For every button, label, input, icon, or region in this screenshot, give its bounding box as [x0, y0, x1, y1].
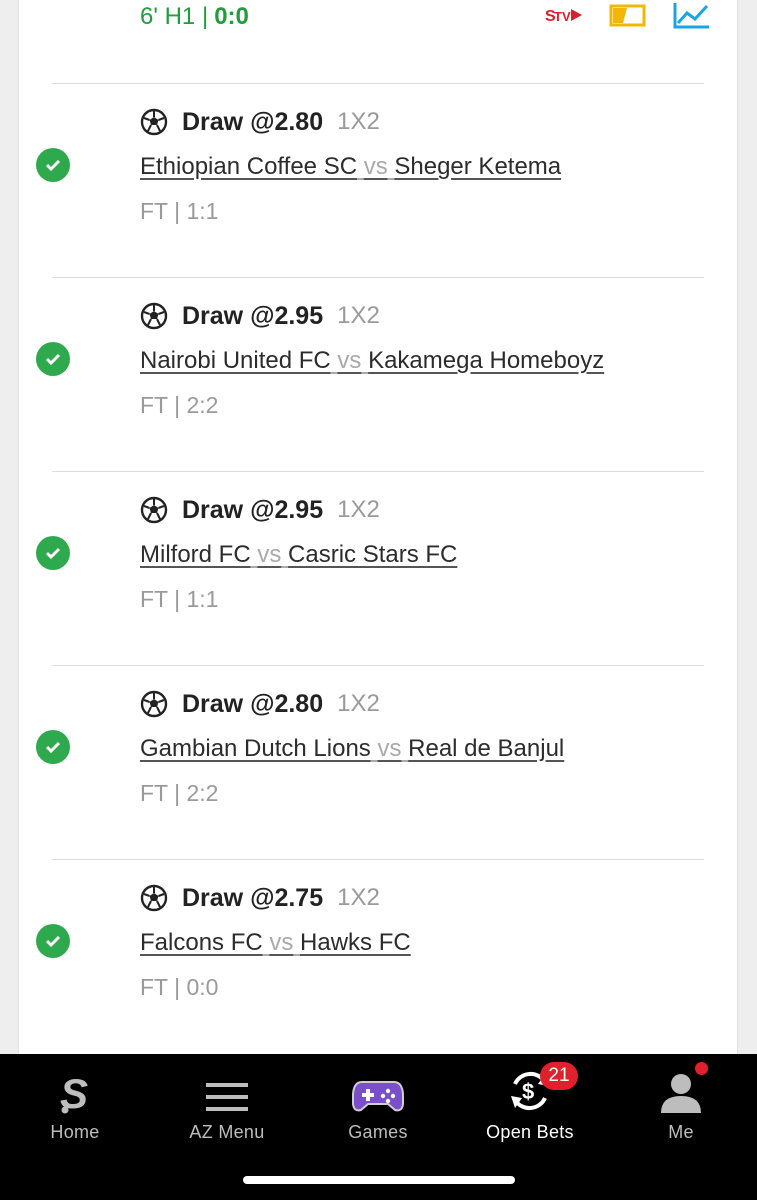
- selection-line: Draw @2.80 1X2: [140, 106, 380, 138]
- selection-line: Draw @2.80 1X2: [140, 688, 380, 720]
- market-label: 1X2: [337, 302, 380, 329]
- selection-line: Draw @2.75 1X2: [140, 882, 380, 914]
- menu-icon: [206, 1083, 248, 1111]
- bet-item[interactable]: Draw @2.80 1X2 Ethiopian Coffee SC vs Sh…: [0, 84, 757, 278]
- check-circle-icon: [36, 536, 70, 570]
- pick-label: Draw @2.95: [182, 301, 324, 330]
- match-result: FT | 1:1: [140, 197, 219, 224]
- bet-item[interactable]: Draw @2.95 1X2 Milford FC vs Casric Star…: [0, 472, 757, 666]
- soccer-ball-icon: [140, 302, 168, 330]
- open-bets-count-badge: 21: [540, 1062, 578, 1090]
- pick-label: Draw @2.75: [182, 883, 324, 912]
- notification-dot: [695, 1062, 708, 1075]
- live-score: 0:0: [214, 3, 249, 30]
- pick-label: Draw @2.80: [182, 107, 324, 136]
- match-result: FT | 1:1: [140, 585, 219, 612]
- soccer-ball-icon: [140, 884, 168, 912]
- match-tracker-icon[interactable]: [609, 1, 647, 34]
- match-link[interactable]: Milford FC vs Casric Stars FC: [140, 539, 457, 571]
- match-link[interactable]: Gambian Dutch Lions vs Real de Banjul: [140, 733, 564, 765]
- market-label: 1X2: [337, 884, 380, 911]
- vs-label: vs: [269, 929, 294, 956]
- match-link[interactable]: Nairobi United FC vs Kakamega Homeboyz: [140, 345, 604, 377]
- vs-label: vs: [377, 735, 402, 762]
- nav-open-bets-label: Open Bets: [486, 1122, 574, 1142]
- match-result: FT | 2:2: [140, 391, 219, 418]
- nav-me-label: Me: [668, 1122, 694, 1142]
- soccer-ball-icon: [140, 690, 168, 718]
- nav-az-menu[interactable]: AZ Menu: [157, 1054, 297, 1154]
- nav-home-label: Home: [50, 1122, 100, 1142]
- nav-az-menu-label: AZ Menu: [189, 1122, 265, 1142]
- away-team: Real de Banjul: [408, 735, 565, 762]
- nav-games[interactable]: Games: [308, 1054, 448, 1154]
- match-result: FT | 2:2: [140, 779, 219, 806]
- soccer-ball-icon: [140, 496, 168, 524]
- vs-label: vs: [257, 541, 282, 568]
- vs-label: vs: [337, 347, 362, 374]
- stv-icon[interactable]: S TV: [545, 1, 583, 34]
- gamepad-icon: [352, 1081, 404, 1112]
- match-link[interactable]: Ethiopian Coffee SC vs Sheger Ketema: [140, 151, 561, 183]
- market-label: 1X2: [337, 496, 380, 523]
- bet-item[interactable]: Draw @2.95 1X2 Nairobi United FC vs Kaka…: [0, 278, 757, 472]
- bet-item[interactable]: Draw @2.75 1X2 Falcons FC vs Hawks FC FT…: [0, 860, 757, 1054]
- match-link[interactable]: Falcons FC vs Hawks FC: [140, 927, 411, 959]
- pick-label: Draw @2.95: [182, 495, 324, 524]
- match-result: FT | 0:0: [140, 973, 219, 1000]
- svg-text:TV: TV: [554, 9, 571, 24]
- soccer-ball-icon: [140, 108, 168, 136]
- svg-text:$: $: [522, 1079, 534, 1104]
- pick-label: Draw @2.80: [182, 689, 324, 718]
- live-minute: 6' H1 |: [140, 3, 209, 30]
- nav-open-bets[interactable]: $ Open Bets 21: [460, 1054, 600, 1154]
- check-circle-icon: [36, 342, 70, 376]
- market-label: 1X2: [337, 108, 380, 135]
- home-team: Ethiopian Coffee SC: [140, 153, 358, 180]
- live-status: 6' H1 | 0:0: [140, 2, 249, 32]
- home-s-icon: S: [60, 1070, 88, 1114]
- home-indicator[interactable]: [243, 1176, 515, 1184]
- home-team: Falcons FC: [140, 929, 263, 956]
- away-team: Casric Stars FC: [288, 541, 458, 568]
- home-team: Gambian Dutch Lions: [140, 735, 371, 762]
- market-label: 1X2: [337, 690, 380, 717]
- bet-item[interactable]: Draw @2.80 1X2 Gambian Dutch Lions vs Re…: [0, 666, 757, 860]
- check-circle-icon: [36, 730, 70, 764]
- check-circle-icon: [36, 148, 70, 182]
- away-team: Kakamega Homeboyz: [368, 347, 605, 374]
- selection-line: Draw @2.95 1X2: [140, 300, 380, 332]
- user-icon: [661, 1074, 701, 1113]
- nav-me[interactable]: Me: [611, 1054, 751, 1154]
- home-team: Nairobi United FC: [140, 347, 331, 374]
- vs-label: vs: [363, 153, 388, 180]
- selection-line: Draw @2.95 1X2: [140, 494, 380, 526]
- nav-games-label: Games: [348, 1122, 408, 1142]
- stats-chart-icon[interactable]: [673, 1, 711, 34]
- home-team: Milford FC: [140, 541, 251, 568]
- away-team: Sheger Ketema: [394, 153, 562, 180]
- nav-home[interactable]: S Home: [5, 1054, 145, 1154]
- away-team: Hawks FC: [300, 929, 411, 956]
- live-icons: S TV: [545, 2, 711, 32]
- check-circle-icon: [36, 924, 70, 958]
